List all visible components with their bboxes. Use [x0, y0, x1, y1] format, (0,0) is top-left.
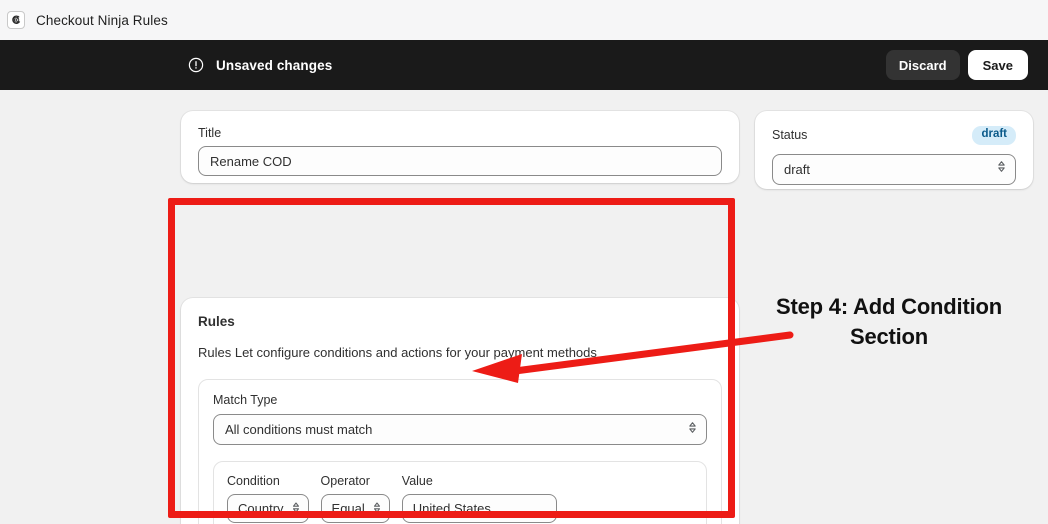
chevron-up-down-icon	[372, 501, 382, 517]
unsaved-changes-label: Unsaved changes	[216, 58, 332, 73]
rules-heading: Rules	[198, 314, 722, 329]
chevron-up-down-icon	[291, 501, 301, 517]
condition-row-card: Condition Country	[213, 461, 707, 524]
save-bar-message-group: Unsaved changes	[188, 57, 332, 73]
screenshot-root: 🅭 Checkout Ninja Rules Unsaved changes D…	[0, 0, 1048, 524]
match-type-select-wrapper: All conditions must match	[213, 414, 707, 445]
value-label: Value	[402, 474, 557, 488]
match-type-label: Match Type	[213, 393, 707, 407]
status-badge: draft	[972, 126, 1016, 145]
checkout-ninja-logo-icon: 🅭	[7, 11, 25, 29]
condition-label: Condition	[227, 474, 309, 488]
rules-card: Rules Rules Let configure conditions and…	[181, 298, 739, 524]
status-select-wrapper: draft	[772, 154, 1016, 185]
operator-select[interactable]: Equal	[321, 494, 390, 523]
condition-select[interactable]: Country	[227, 494, 309, 523]
annotation-step-text: Step 4: Add Condition Section	[744, 292, 1034, 351]
status-card: Status draft draft	[755, 111, 1033, 189]
operator-select-value: Equal	[332, 501, 365, 516]
condition-column: Condition Country	[227, 474, 309, 523]
condition-select-value: Country	[238, 501, 284, 516]
operator-column: Operator Equal	[321, 474, 390, 523]
contextual-save-bar: Unsaved changes Discard Save	[0, 40, 1048, 90]
title-card: Title	[181, 111, 739, 183]
value-column: Value	[402, 474, 557, 523]
save-bar-actions: Discard Save	[886, 50, 1028, 80]
status-field-label: Status	[772, 128, 807, 142]
match-type-select[interactable]: All conditions must match	[213, 414, 707, 445]
condition-fields-row: Condition Country	[227, 474, 693, 523]
info-circle-icon	[188, 57, 204, 73]
annotation-line-2: Section	[744, 322, 1034, 352]
status-select[interactable]: draft	[772, 154, 1016, 185]
operator-label: Operator	[321, 474, 390, 488]
title-field-label: Title	[198, 126, 722, 140]
app-title: Checkout Ninja Rules	[36, 13, 168, 28]
save-button[interactable]: Save	[968, 50, 1028, 80]
rules-inner-panel: Match Type All conditions must match Con…	[198, 379, 722, 524]
rules-description: Rules Let configure conditions and actio…	[198, 345, 722, 360]
title-input[interactable]	[198, 146, 722, 176]
annotation-line-1: Step 4: Add Condition	[744, 292, 1034, 322]
value-input[interactable]	[402, 494, 557, 523]
status-card-header: Status draft	[772, 126, 1016, 145]
app-title-bar: 🅭 Checkout Ninja Rules	[0, 0, 1048, 40]
discard-button[interactable]: Discard	[886, 50, 960, 80]
